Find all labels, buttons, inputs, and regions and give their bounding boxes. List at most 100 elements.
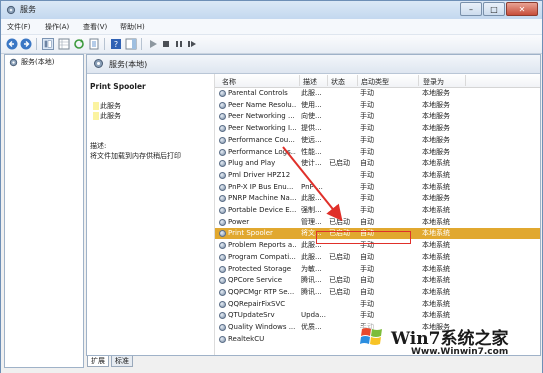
service-startup-type: 手动 bbox=[360, 124, 374, 133]
service-row[interactable]: Peer Networking ... 向使... 手动 本地服务 bbox=[215, 111, 540, 122]
service-gear-icon bbox=[219, 136, 226, 144]
service-gear-icon bbox=[219, 324, 226, 331]
column-status[interactable]: 状态 bbox=[331, 77, 345, 87]
service-row[interactable]: Plug and Play 使计... 已启动 自动 本地系统 bbox=[215, 158, 540, 169]
selected-service-name: Print Spooler bbox=[90, 82, 146, 91]
tab-extended[interactable]: 扩展 bbox=[87, 356, 109, 367]
service-row[interactable]: QPCore Service 腾讯... 已启动 自动 本地系统 bbox=[215, 275, 540, 286]
service-name: Parental Controls bbox=[228, 89, 288, 97]
service-name: Problem Reports a... bbox=[228, 241, 296, 250]
menu-file[interactable]: 文件(F) bbox=[7, 22, 31, 32]
service-logon-as: 本地系统 bbox=[422, 170, 450, 179]
show-tree-icon[interactable] bbox=[42, 38, 54, 50]
service-row[interactable]: QQRepairFixSVC 手动 本地系统 bbox=[215, 299, 540, 310]
service-logon-as: 本地服务 bbox=[422, 147, 450, 156]
service-name: Peer Networking I... bbox=[228, 124, 296, 133]
pause-service-icon[interactable] bbox=[173, 38, 185, 50]
windows-flag-logo-icon bbox=[357, 322, 387, 352]
service-row[interactable]: Parental Controls 此服... 手动 本地服务 bbox=[215, 88, 540, 99]
service-description-panel: Print Spooler 此服务 此服务 描述: 将文件加载到内存供稍后打印 bbox=[87, 74, 214, 355]
services-gear-icon bbox=[9, 58, 18, 66]
service-logon-as: 本地系统 bbox=[422, 299, 450, 308]
service-description: 腾讯... bbox=[301, 276, 322, 285]
refresh-icon[interactable] bbox=[73, 38, 85, 50]
service-startup-type: 手动 bbox=[360, 264, 374, 273]
title-bar[interactable]: 服务 – □ ✕ bbox=[1, 1, 542, 19]
back-arrow-icon[interactable] bbox=[6, 38, 18, 50]
service-logon-as: 本地服务 bbox=[422, 194, 450, 203]
service-status: 已启动 bbox=[329, 217, 350, 226]
highlight-box bbox=[316, 231, 411, 244]
service-description: 使计... bbox=[301, 159, 322, 168]
column-description[interactable]: 描述 bbox=[303, 77, 317, 87]
column-name[interactable]: 名称 bbox=[222, 77, 236, 87]
service-name: Protected Storage bbox=[228, 264, 292, 273]
content-header-title: 服务(本地) bbox=[109, 60, 148, 69]
service-gear-icon bbox=[219, 300, 226, 308]
menu-bar: 文件(F) 操作(A) 查看(V) 帮助(H) bbox=[1, 19, 542, 35]
forward-arrow-icon[interactable] bbox=[20, 38, 32, 50]
menu-action[interactable]: 操作(A) bbox=[45, 22, 69, 32]
service-logon-as: 本地系统 bbox=[422, 182, 450, 191]
service-status: 已启动 bbox=[329, 287, 350, 296]
service-name: PNRP Machine Na... bbox=[228, 194, 296, 203]
restart-service-icon[interactable] bbox=[186, 38, 198, 50]
restart-service-link[interactable]: 此服务 bbox=[93, 111, 121, 121]
menu-view[interactable]: 查看(V) bbox=[83, 22, 107, 32]
service-startup-type: 自动 bbox=[360, 159, 374, 168]
service-row[interactable]: PNRP Machine Na... 此服... 手动 本地服务 bbox=[215, 193, 540, 204]
service-row[interactable]: Performance Logs... 性能... 手动 本地服务 bbox=[215, 147, 540, 158]
close-button[interactable]: ✕ bbox=[506, 2, 538, 16]
service-name: Pml Driver HPZ12 bbox=[228, 170, 291, 179]
service-row[interactable]: Power 管理... 已启动 自动 本地系统 bbox=[215, 217, 540, 228]
tab-standard[interactable]: 标准 bbox=[111, 356, 133, 367]
action-pane-icon[interactable] bbox=[125, 38, 137, 50]
nav-item-label: 服务(本地) bbox=[21, 58, 55, 66]
export-list-icon[interactable] bbox=[88, 38, 100, 50]
service-row[interactable]: Performance Cou... 使远... 手动 本地服务 bbox=[215, 135, 540, 146]
service-logon-as: 本地系统 bbox=[422, 264, 450, 273]
help-icon[interactable]: ? bbox=[110, 38, 122, 50]
minimize-button[interactable]: – bbox=[460, 2, 482, 16]
service-name: Print Spooler bbox=[228, 229, 273, 238]
service-row[interactable]: Pml Driver HPZ12 手动 本地系统 bbox=[215, 170, 540, 181]
service-gear-icon bbox=[219, 148, 226, 156]
service-description: 此服... bbox=[301, 252, 322, 261]
service-description: 向使... bbox=[301, 112, 322, 121]
service-name: RealtekCU bbox=[228, 334, 265, 343]
service-logon-as: 本地服务 bbox=[422, 100, 450, 109]
service-row[interactable]: Protected Storage 为敏... 手动 本地系统 bbox=[215, 264, 540, 275]
service-name: QQRepairFixSVC bbox=[228, 299, 286, 308]
service-logon-as: 本地系统 bbox=[422, 206, 450, 214]
service-gear-icon bbox=[219, 171, 226, 179]
stop-service-icon[interactable] bbox=[160, 38, 172, 50]
nav-services-local[interactable]: 服务(本地) bbox=[9, 57, 54, 67]
service-logon-as: 本地服务 bbox=[422, 135, 450, 144]
service-description: 为敏... bbox=[301, 264, 322, 273]
service-row[interactable]: Peer Name Resolu... 使用... 手动 本地服务 bbox=[215, 100, 540, 111]
service-description: PnP-... bbox=[301, 182, 323, 191]
service-logon-as: 本地系统 bbox=[422, 252, 450, 261]
service-row[interactable]: PnP-X IP Bus Enu... PnP-... 手动 本地系统 bbox=[215, 182, 540, 193]
service-status: 已启动 bbox=[329, 276, 350, 285]
service-name: QTUpdateSrv bbox=[228, 311, 275, 320]
service-row[interactable]: Peer Networking I... 提供... 手动 本地服务 bbox=[215, 123, 540, 134]
services-list: 名称 描述 状态 启动类型 登录为 Parental Controls 此服...… bbox=[214, 74, 540, 355]
service-startup-type: 手动 bbox=[360, 135, 374, 144]
service-startup-type: 手动 bbox=[360, 206, 374, 214]
column-headers: 名称 描述 状态 启动类型 登录为 bbox=[215, 74, 540, 88]
column-startup-type[interactable]: 启动类型 bbox=[361, 77, 389, 87]
service-gear-icon bbox=[219, 195, 226, 203]
service-row[interactable]: Program Compati... 此服... 已启动 自动 本地系统 bbox=[215, 252, 540, 263]
start-service-icon[interactable] bbox=[147, 38, 159, 50]
column-logon-as[interactable]: 登录为 bbox=[423, 77, 444, 87]
service-logon-as: 本地系统 bbox=[422, 276, 450, 285]
service-startup-type: 手动 bbox=[360, 299, 374, 308]
service-name: QPCore Service bbox=[228, 276, 283, 285]
properties-grid-icon[interactable] bbox=[58, 38, 70, 50]
service-row[interactable]: Portable Device E... 强制... 手动 本地系统 bbox=[215, 205, 540, 216]
stop-service-link[interactable]: 此服务 bbox=[93, 101, 121, 111]
service-row[interactable]: QQPCMgr RTP Se... 腾讯... 已启动 自动 本地系统 bbox=[215, 287, 540, 298]
menu-help[interactable]: 帮助(H) bbox=[120, 22, 145, 32]
maximize-button[interactable]: □ bbox=[483, 2, 505, 16]
